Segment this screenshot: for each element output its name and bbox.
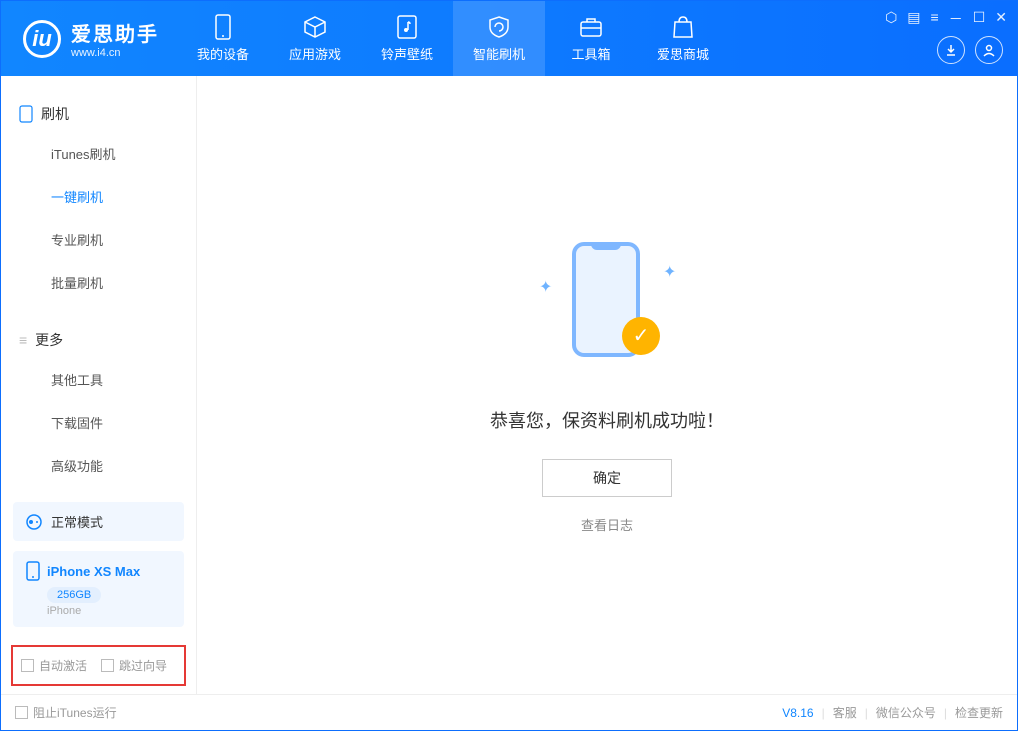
checkbox-label: 自动激活 xyxy=(39,657,87,674)
maximize-icon[interactable]: ☐ xyxy=(973,9,986,29)
sidebar-group-flash: 刷机 xyxy=(1,96,196,132)
checkbox-icon xyxy=(101,659,114,672)
tab-smart-flash[interactable]: 智能刷机 xyxy=(453,1,545,76)
tab-label: 应用游戏 xyxy=(289,44,341,63)
tab-label: 铃声壁纸 xyxy=(381,44,433,63)
checkbox-icon xyxy=(21,659,34,672)
phone-icon xyxy=(210,14,236,40)
menu-icon[interactable]: ≡ xyxy=(931,9,939,29)
view-log-link[interactable]: 查看日志 xyxy=(581,515,633,534)
tab-label: 爱思商城 xyxy=(657,44,709,63)
sidebar-item-oneclick-flash[interactable]: 一键刷机 xyxy=(1,175,196,218)
briefcase-icon xyxy=(578,14,604,40)
statusbar: 阻止iTunes运行 V8.16 | 客服 | 微信公众号 | 检查更新 xyxy=(1,694,1017,730)
ok-button[interactable]: 确定 xyxy=(542,459,672,497)
separator: | xyxy=(865,706,868,720)
minimize-icon[interactable]: － xyxy=(949,9,963,29)
logo-icon: iu xyxy=(23,20,61,58)
logo: iu 爱思助手 www.i4.cn xyxy=(1,1,177,76)
tab-ringtone-wallpaper[interactable]: 铃声壁纸 xyxy=(361,1,453,76)
device-icon xyxy=(19,105,33,123)
sidebar-item-pro-flash[interactable]: 专业刷机 xyxy=(1,218,196,261)
sparkle-icon: ✦ xyxy=(663,262,675,274)
sparkle-icon: ✦ xyxy=(539,277,551,289)
shirt-icon[interactable]: ⬡ xyxy=(885,9,897,29)
device-info-box[interactable]: iPhone XS Max 256GB iPhone xyxy=(13,551,184,627)
sidebar-item-download-firmware[interactable]: 下载固件 xyxy=(1,401,196,444)
device-mode-box[interactable]: 正常模式 xyxy=(13,502,184,541)
download-button[interactable] xyxy=(937,36,965,64)
music-file-icon xyxy=(394,14,420,40)
main-content: ✦ ✦ ✓ 恭喜您，保资料刷机成功啦！ 确定 查看日志 xyxy=(197,76,1017,694)
check-update-link[interactable]: 检查更新 xyxy=(955,704,1003,721)
highlighted-options: 自动激活 跳过向导 xyxy=(11,645,186,686)
sidebar-item-batch-flash[interactable]: 批量刷机 xyxy=(1,261,196,304)
checkmark-badge-icon: ✓ xyxy=(622,317,660,355)
customer-service-link[interactable]: 客服 xyxy=(833,704,857,721)
phone-notch-icon xyxy=(591,242,621,250)
list-icon[interactable]: ▤ xyxy=(907,9,920,29)
success-illustration: ✦ ✦ ✓ xyxy=(527,237,687,387)
sidebar-item-advanced[interactable]: 高级功能 xyxy=(1,444,196,487)
nav-tabs: 我的设备 应用游戏 铃声壁纸 智能刷机 工具箱 爱思商城 xyxy=(177,1,729,76)
sidebar-group-title: 更多 xyxy=(35,330,63,350)
success-message: 恭喜您，保资料刷机成功啦！ xyxy=(490,407,724,433)
device-phone-icon xyxy=(25,561,41,581)
mode-label: 正常模式 xyxy=(51,512,103,531)
sidebar-item-other-tools[interactable]: 其他工具 xyxy=(1,358,196,401)
checkbox-icon xyxy=(15,706,28,719)
sidebar-group-title: 刷机 xyxy=(41,104,69,124)
user-button[interactable] xyxy=(975,36,1003,64)
cube-icon xyxy=(302,14,328,40)
checkbox-auto-activate[interactable]: 自动激活 xyxy=(21,657,87,674)
wechat-link[interactable]: 微信公众号 xyxy=(876,704,936,721)
sidebar-group-more: ≡ 更多 xyxy=(1,322,196,358)
checkbox-block-itunes[interactable]: 阻止iTunes运行 xyxy=(15,704,117,721)
device-name: iPhone XS Max xyxy=(47,564,140,579)
window-controls: ⬡ ▤ ≡ － ☐ ✕ xyxy=(885,9,1007,29)
sidebar-item-itunes-flash[interactable]: iTunes刷机 xyxy=(1,132,196,175)
sidebar: 刷机 iTunes刷机 一键刷机 专业刷机 批量刷机 ≡ 更多 其他工具 下载固… xyxy=(1,76,197,694)
tab-label: 我的设备 xyxy=(197,44,249,63)
separator: | xyxy=(944,706,947,720)
tab-apps-games[interactable]: 应用游戏 xyxy=(269,1,361,76)
bag-icon xyxy=(670,14,696,40)
tab-store[interactable]: 爱思商城 xyxy=(637,1,729,76)
mode-icon xyxy=(25,513,43,531)
tab-label: 工具箱 xyxy=(571,44,610,63)
version-label: V8.16 xyxy=(782,706,813,720)
checkbox-label: 跳过向导 xyxy=(119,657,167,674)
brand-name: 爱思助手 xyxy=(71,18,159,47)
checkbox-label: 阻止iTunes运行 xyxy=(33,704,117,721)
brand-url: www.i4.cn xyxy=(71,47,159,59)
device-storage: 256GB xyxy=(47,587,101,603)
device-type: iPhone xyxy=(47,605,172,617)
separator: | xyxy=(822,706,825,720)
shield-refresh-icon xyxy=(486,14,512,40)
titlebar: iu 爱思助手 www.i4.cn 我的设备 应用游戏 铃声壁纸 智能刷机 xyxy=(1,1,1017,76)
close-icon[interactable]: ✕ xyxy=(995,9,1007,29)
list-icon: ≡ xyxy=(19,332,27,348)
checkbox-skip-guide[interactable]: 跳过向导 xyxy=(101,657,167,674)
tab-label: 智能刷机 xyxy=(473,44,525,63)
tab-toolbox[interactable]: 工具箱 xyxy=(545,1,637,76)
tab-my-device[interactable]: 我的设备 xyxy=(177,1,269,76)
